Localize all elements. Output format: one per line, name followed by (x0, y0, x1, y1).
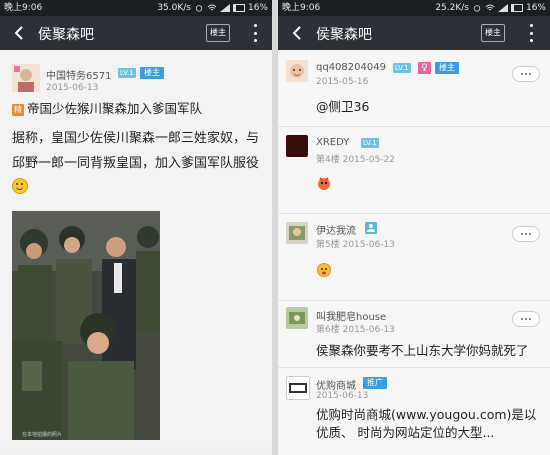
battery-icon (232, 4, 245, 12)
post-body: 据称，皇国少佐侯川聚森一郎三姓家奴，与邱野一郎一同背叛皇国，加入爹国军队服役 (12, 126, 268, 201)
back-arrow-icon[interactable] (290, 25, 306, 41)
battery-level: 16% (247, 3, 268, 13)
promo-badge: 推广 (363, 377, 387, 389)
wifi-icon (485, 4, 495, 11)
avatar[interactable] (286, 222, 308, 244)
post-body-text: 据称，皇国少佐侯川聚森一郎三姓家奴，与邱野一郎一同背叛皇国，加入爹国军队服役 (12, 131, 260, 171)
network-speed: 25.2K/s (435, 3, 469, 13)
reply-item: 伊达我流 第5楼 2015-06-13 (278, 214, 550, 300)
reply-content[interactable]: 优购时尚商城(www.yougou.com)是以优质、 时尚为网站定位的大型..… (316, 406, 542, 442)
right-screen: 晚上9:06 25.2K/s 16% 侯聚森吧 楼主 qq408204049 L… (278, 0, 550, 455)
battery-icon (510, 4, 523, 12)
photo-caption: 在本地拍摄的照片 (22, 432, 63, 438)
status-bar: 晚上9:06 35.0K/s 16% (0, 0, 272, 16)
avatar[interactable] (286, 135, 308, 157)
reply-meta: 2015-06-13 (316, 391, 369, 401)
reply-item: qq408204049 LV.1 ♀ 楼主 2015-05-16 @侧卫36 (278, 50, 550, 126)
more-menu-icon[interactable] (528, 24, 534, 42)
battery-level: 16% (525, 3, 546, 13)
reply-item: 优购商城 推广 2015-06-13 优购时尚商城(www.yougou.com… (278, 368, 550, 455)
reply-content: 侯聚森你要考不上山东大学你妈就死了 (316, 343, 529, 358)
owner-badge: 楼主 (435, 62, 459, 74)
reply-username[interactable]: 伊达我流 (316, 222, 356, 237)
reply-content: @侧卫36 (316, 99, 370, 114)
post-title-text: 帝国少佐猴川聚森加入爹国军队 (27, 101, 203, 116)
reply-meta: 第6楼 2015-06-13 (316, 325, 395, 335)
back-arrow-icon[interactable] (12, 25, 28, 41)
friend-icon (365, 222, 377, 234)
alarm-icon (473, 5, 481, 12)
left-screen: 晚上9:06 35.0K/s 16% 侯聚森吧 楼主 中国特务6571 LV.1… (0, 0, 272, 455)
owner-only-button[interactable]: 楼主 (481, 24, 505, 42)
scroll-fade (0, 443, 272, 455)
signal-icon (497, 4, 508, 12)
reply-meta: 第5楼 2015-06-13 (316, 240, 395, 250)
avatar[interactable] (286, 307, 308, 329)
avatar[interactable] (12, 64, 40, 92)
reply-meta: 2015-05-16 (316, 77, 369, 87)
wifi-icon (207, 4, 217, 11)
emoticon-icon (318, 177, 330, 190)
alarm-icon (195, 5, 203, 12)
reply-more-button[interactable] (512, 66, 540, 82)
app-bar: 侯聚森吧 楼主 (278, 16, 550, 50)
level-badge: LV.1 (118, 68, 136, 78)
post-header: 中国特务6571 LV.1 楼主 2015-06-13 (0, 50, 272, 102)
reply-more-button[interactable] (512, 311, 540, 327)
level-badge: LV.1 (361, 138, 379, 148)
forum-title: 侯聚森吧 (38, 27, 94, 43)
reply-meta: 第4楼 2015-05-22 (316, 155, 395, 165)
owner-only-button[interactable]: 楼主 (206, 24, 230, 42)
female-gender-icon: ♀ (418, 62, 431, 74)
reply-item: XREDY LV.1 第4楼 2015-05-22 (278, 127, 550, 213)
featured-badge: 精 (12, 104, 24, 116)
owner-badge: 楼主 (140, 67, 164, 79)
app-bar: 侯聚森吧 楼主 (0, 16, 272, 50)
signal-icon (219, 4, 230, 12)
author-name[interactable]: 中国特务6571 (46, 67, 111, 82)
emoticon-icon (317, 263, 331, 277)
reply-username[interactable]: 叫我肥皂house (316, 308, 386, 323)
yougou-logo[interactable] (286, 376, 310, 400)
level-badge: LV.1 (393, 63, 411, 73)
network-speed: 35.0K/s (157, 3, 191, 13)
post-title: 精帝国少佐猴川聚森加入爹国军队 (12, 98, 202, 117)
status-time: 晚上9:06 (4, 3, 43, 13)
post-photo[interactable]: 在本地拍摄的照片 (12, 211, 160, 440)
forum-title: 侯聚森吧 (316, 27, 372, 43)
reply-more-button[interactable] (512, 226, 540, 242)
reply-item: 叫我肥皂house 第6楼 2015-06-13 侯聚森你要考不上山东大学你妈就… (278, 301, 550, 367)
status-time: 晚上9:06 (282, 3, 321, 13)
reply-username[interactable]: XREDY (316, 137, 349, 148)
smiley-emoji-icon (12, 178, 28, 194)
more-menu-icon[interactable] (252, 24, 258, 42)
post-date: 2015-06-13 (46, 83, 99, 93)
reply-username[interactable]: qq408204049 (316, 62, 386, 73)
status-bar: 晚上9:06 25.2K/s 16% (278, 0, 550, 16)
reply-username[interactable]: 优购商城 (316, 377, 356, 392)
avatar[interactable] (286, 60, 308, 82)
